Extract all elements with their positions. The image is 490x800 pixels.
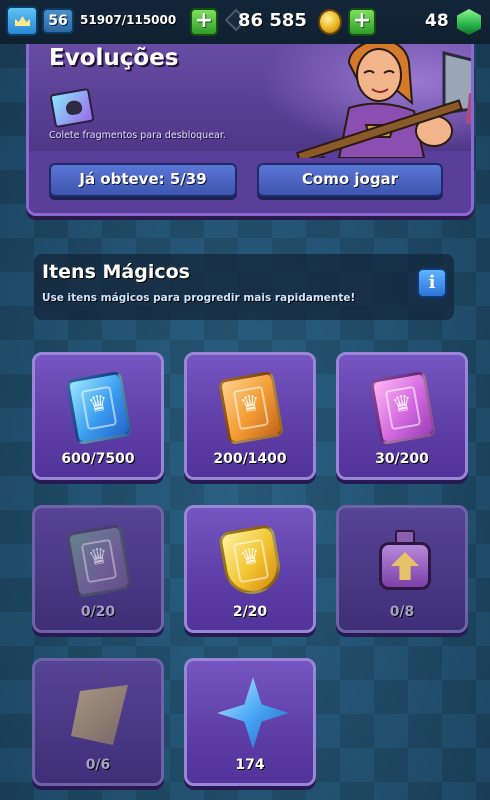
gem-amount: 48 — [425, 11, 449, 31]
warrior-illustration — [295, 39, 471, 158]
magic-items-header: Itens Mágicos Use itens mágicos para pro… — [34, 254, 454, 320]
evolution-shard-icon — [49, 87, 95, 129]
add-gold-button[interactable]: + — [348, 8, 376, 36]
item-count: 0/6 — [85, 757, 111, 773]
item-card-shard[interactable]: 0/6 — [32, 658, 164, 786]
item-card-orange-wild-card[interactable]: 200/1400 — [184, 352, 316, 480]
shard-icon — [71, 685, 128, 745]
magic-items-description: Use itens mágicos para progredir mais ra… — [42, 292, 356, 304]
magic-items-title: Itens Mágicos — [42, 261, 190, 283]
item-count: 2/20 — [232, 604, 268, 620]
item-card-blue-wild-card[interactable]: 600/7500 — [32, 352, 164, 480]
item-count: 600/7500 — [61, 451, 135, 467]
xp-progress-text: 51907/115000 — [80, 13, 177, 27]
item-card-gold-banner[interactable]: 2/20 — [184, 505, 316, 633]
item-count: 30/200 — [375, 451, 429, 467]
item-count: 174 — [235, 757, 265, 773]
item-card-faded-wild-card[interactable]: 0/20 — [32, 505, 164, 633]
item-card-pink-wild-card[interactable]: 30/200 — [336, 352, 468, 480]
evolutions-title: Evoluções — [49, 45, 179, 71]
gold-coin-icon — [318, 9, 342, 35]
gold-banner-card-icon — [217, 523, 285, 599]
info-button[interactable]: i — [417, 268, 447, 298]
purple-potion-icon — [379, 530, 431, 592]
gem-icon[interactable] — [457, 9, 481, 35]
item-count: 0/8 — [389, 604, 415, 620]
evolutions-panel: Evoluções Colete fragmentos para desbloq… — [26, 30, 474, 216]
evolutions-description: Colete fragmentos para desbloquear. — [49, 130, 226, 141]
pink-wild-card-icon — [369, 370, 437, 446]
item-count: 200/1400 — [213, 451, 287, 467]
item-card-star[interactable]: 174 — [184, 658, 316, 786]
blue-star-icon — [217, 677, 289, 749]
how-to-play-button[interactable]: Como jogar — [257, 163, 443, 197]
obtained-button[interactable]: Já obteve: 5/39 — [49, 163, 237, 197]
level-badge[interactable]: 56 — [42, 8, 74, 34]
crown-icon[interactable] — [6, 6, 38, 36]
item-count: 0/20 — [80, 604, 116, 620]
item-card-potion[interactable]: 0/8 — [336, 505, 468, 633]
orange-wild-card-icon — [217, 370, 285, 446]
top-bar: 56 51907/115000 + 86 585 + 48 — [0, 0, 490, 44]
blue-wild-card-icon — [65, 370, 133, 446]
faded-wild-card-icon — [65, 523, 133, 599]
gold-amount: 86 585 — [238, 10, 307, 31]
add-xp-button[interactable]: + — [190, 8, 218, 36]
